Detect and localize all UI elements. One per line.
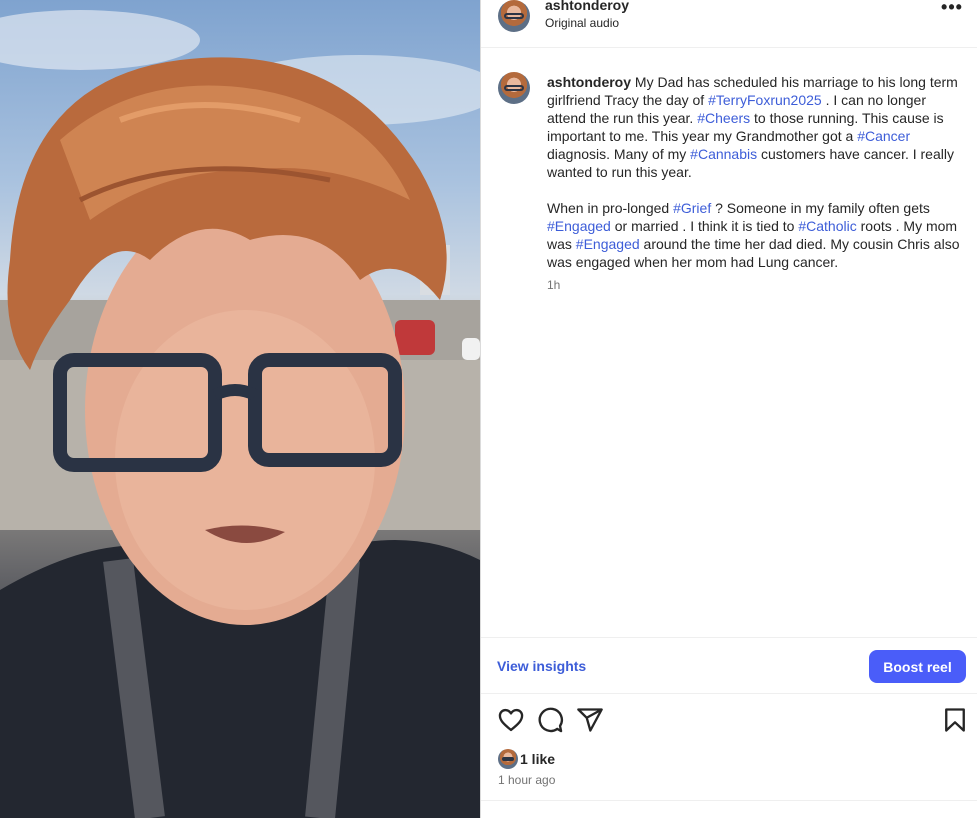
insights-bar: View insights Boost reel [481, 637, 977, 694]
boost-reel-button[interactable]: Boost reel [869, 650, 966, 683]
caption-timestamp[interactable]: 1h [547, 278, 560, 292]
divider [481, 800, 977, 801]
caption-text: ashtonderoy My Dad has scheduled his mar… [547, 73, 965, 289]
comment-icon[interactable] [536, 706, 564, 734]
caption-username[interactable]: ashtonderoy [547, 74, 631, 90]
author-username[interactable]: ashtonderoy [545, 0, 629, 13]
hashtag-link[interactable]: #Cancer [857, 128, 910, 144]
caption-paragraph-2: When in pro-longed #Grief ? Someone in m… [547, 200, 960, 270]
view-insights-link[interactable]: View insights [497, 658, 586, 674]
more-options-icon[interactable]: ••• [940, 0, 964, 22]
video-frame-illustration [0, 10, 480, 818]
save-icon[interactable] [941, 706, 969, 734]
heart-icon[interactable] [497, 706, 525, 734]
hashtag-link[interactable]: #Catholic [798, 218, 856, 234]
post-panel: ashtonderoy Original audio ••• ashtonder… [480, 0, 977, 818]
action-icons [481, 706, 977, 736]
caption-paragraph-1: ashtonderoy My Dad has scheduled his mar… [547, 74, 958, 180]
post-timestamp[interactable]: 1 hour ago [498, 773, 555, 787]
hashtag-link[interactable]: #Cheers [697, 110, 750, 126]
hashtag-link[interactable]: #Engaged [547, 218, 611, 234]
hashtag-link[interactable]: #Cannabis [690, 146, 757, 162]
share-icon[interactable] [576, 706, 604, 734]
hashtag-link[interactable]: #TerryFoxrun2025 [708, 92, 822, 108]
like-count[interactable]: 1 like [520, 751, 555, 767]
audio-label[interactable]: Original audio [545, 16, 619, 30]
post-header: ashtonderoy Original audio ••• [481, 0, 977, 48]
hashtag-link[interactable]: #Grief [673, 200, 711, 216]
liker-avatar[interactable] [498, 749, 518, 769]
author-avatar[interactable] [498, 0, 530, 32]
reel-video[interactable] [0, 0, 480, 818]
caption-avatar[interactable] [498, 72, 530, 104]
hashtag-link[interactable]: #Engaged [576, 236, 640, 252]
